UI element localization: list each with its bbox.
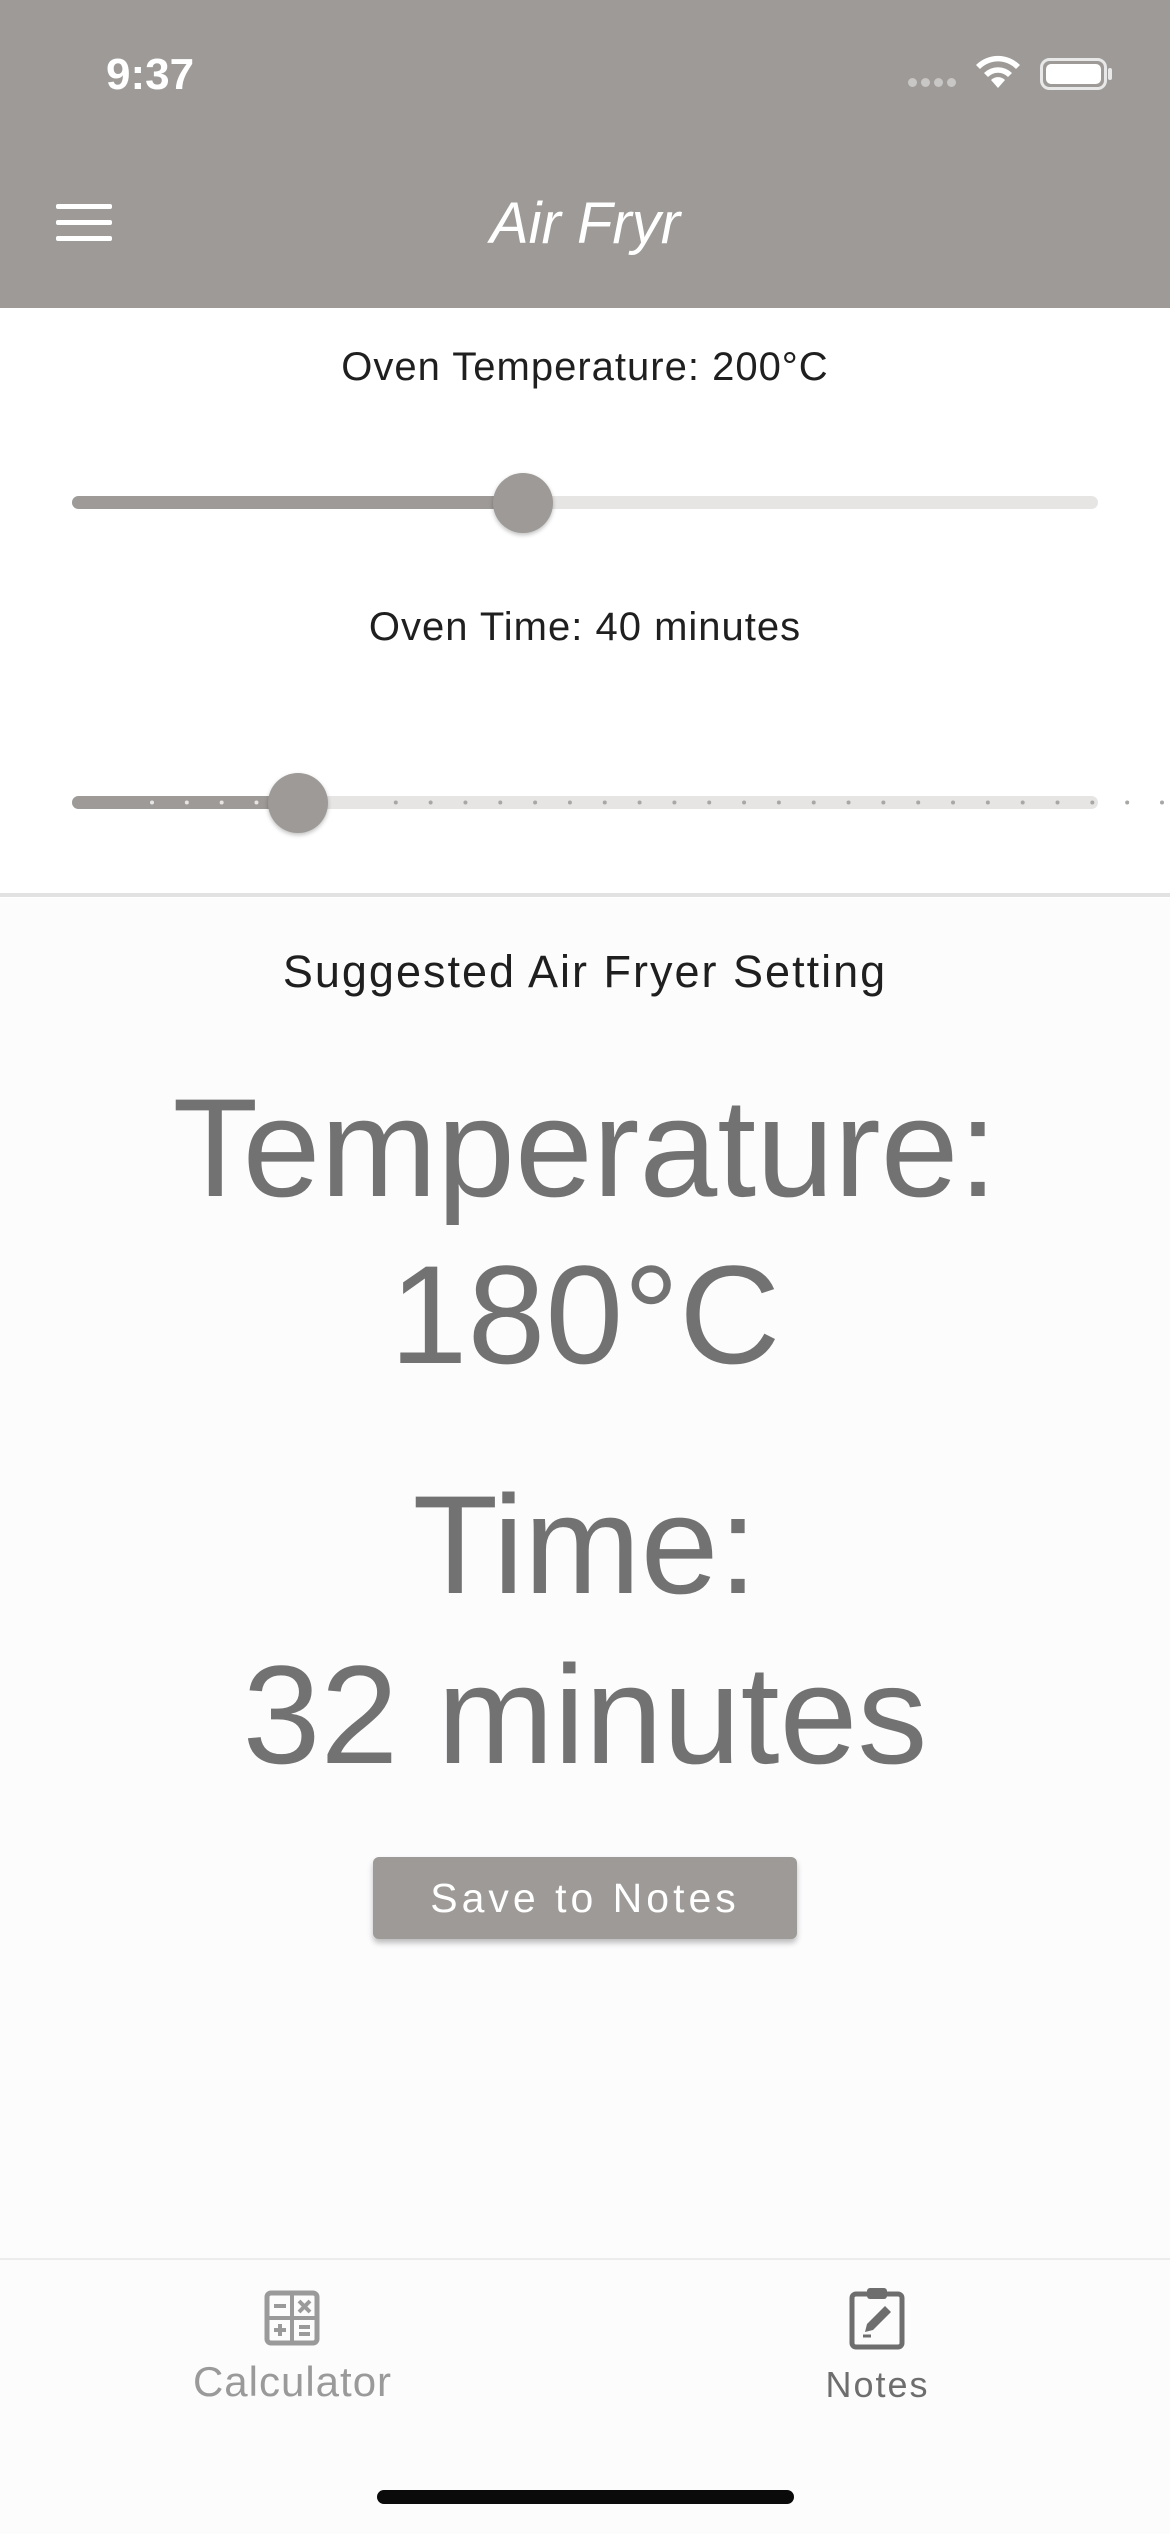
input-panel xyxy=(0,308,1170,898)
tab-notes-label: Notes xyxy=(825,2364,930,2405)
app-title: Air Fryr xyxy=(489,191,681,256)
section-divider xyxy=(0,893,1170,897)
result-time-label: Time: xyxy=(412,1466,758,1623)
slider-tick-mark xyxy=(1125,800,1130,805)
status-time: 9:37 xyxy=(106,50,195,99)
slider-tick-mark xyxy=(567,800,572,805)
oven-temperature-slider-fill xyxy=(72,496,524,509)
slider-tick-mark xyxy=(985,800,990,805)
slider-tick-mark xyxy=(1090,800,1095,805)
slider-tick-mark xyxy=(811,800,816,805)
slider-tick-mark xyxy=(846,800,851,805)
slider-tick-mark xyxy=(916,800,921,805)
oven-temperature-label: Oven Temperature: 200°C xyxy=(341,345,829,389)
slider-tick-mark xyxy=(184,800,189,805)
slider-tick-mark xyxy=(393,800,398,805)
slider-tick-mark xyxy=(463,800,468,805)
result-temperature-label: Temperature: xyxy=(172,1069,998,1226)
slider-tick-mark xyxy=(254,800,259,805)
slider-tick-mark xyxy=(881,800,886,805)
tab-calculator-label: Calculator xyxy=(192,2358,393,2405)
result-temperature-value: 180°C xyxy=(389,1236,781,1393)
slider-tick-mark xyxy=(219,800,224,805)
slider-tick-mark xyxy=(602,800,607,805)
oven-temperature-slider[interactable] xyxy=(72,496,1098,509)
oven-time-label: Oven Time: 40 minutes xyxy=(368,605,802,649)
suggested-setting-heading: Suggested Air Fryer Setting xyxy=(282,946,888,997)
battery-icon xyxy=(1040,58,1112,90)
clipboard-edit-icon xyxy=(849,2288,905,2350)
slider-tick-mark xyxy=(707,800,712,805)
result-time-value: 32 minutes xyxy=(242,1636,928,1793)
save-to-notes-button[interactable]: Save to Notes xyxy=(373,1857,797,1939)
wifi-icon xyxy=(976,55,1020,88)
oven-time-slider[interactable] xyxy=(72,796,1164,809)
slider-tick-mark xyxy=(776,800,781,805)
slider-tick-mark xyxy=(1055,800,1060,805)
slider-tick-mark xyxy=(951,800,956,805)
oven-time-slider-thumb[interactable] xyxy=(267,773,328,833)
slider-tick-mark xyxy=(1020,800,1025,805)
tab-notes[interactable]: Notes xyxy=(585,2260,1170,2460)
status-bar: 9:37 xyxy=(0,0,1170,140)
slider-tick-mark xyxy=(428,800,433,805)
slider-tick-mark xyxy=(358,800,363,805)
tab-calculator[interactable]: Calculator xyxy=(0,2260,585,2460)
slider-tick-mark xyxy=(498,800,503,805)
slider-tick-mark xyxy=(672,800,677,805)
slider-tick-mark xyxy=(533,800,538,805)
slider-tick-mark xyxy=(742,800,747,805)
slider-tick-mark xyxy=(1160,800,1164,805)
calculator-icon xyxy=(264,2290,320,2346)
cellular-signal-icon xyxy=(908,78,958,88)
slider-tick-mark xyxy=(150,800,154,805)
slider-tick-mark xyxy=(637,800,642,805)
home-indicator xyxy=(377,2490,794,2504)
